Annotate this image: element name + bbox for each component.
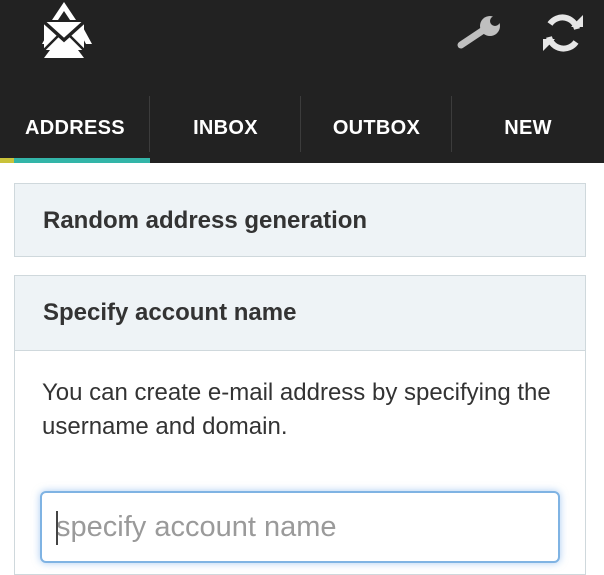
refresh-icon	[541, 11, 585, 60]
tab-label: INBOX	[193, 116, 258, 139]
specify-account-header[interactable]: Specify account name	[15, 276, 585, 351]
tab-label: ADDRESS	[25, 116, 125, 139]
tab-label: NEW	[504, 116, 552, 139]
tab-new[interactable]: NEW	[452, 94, 604, 162]
tab-inbox[interactable]: INBOX	[150, 94, 301, 162]
refresh-button[interactable]	[535, 10, 591, 60]
settings-button[interactable]	[452, 10, 508, 60]
text-caret	[56, 511, 58, 545]
wrench-icon	[455, 15, 505, 56]
tab-outbox[interactable]: OUTBOX	[301, 94, 452, 162]
tab-bar: ADDRESS INBOX OUTBOX NEW	[0, 94, 604, 162]
account-name-input[interactable]	[42, 493, 558, 561]
panel-title: Random address generation	[43, 207, 368, 234]
specify-account-panel: Specify account name You can create e-ma…	[14, 275, 586, 575]
account-name-input-wrapper	[40, 491, 560, 563]
panel-description: You can create e-mail address by specify…	[42, 379, 551, 440]
app-bar: ADDRESS INBOX OUTBOX NEW	[0, 0, 604, 163]
recycle-mail-logo-icon	[28, 0, 100, 66]
tab-address[interactable]: ADDRESS	[0, 94, 150, 162]
main-content: Random address generation Specify accoun…	[0, 163, 604, 575]
panel-title: Specify account name	[43, 299, 297, 326]
tab-label: OUTBOX	[332, 116, 421, 139]
random-address-panel[interactable]: Random address generation	[14, 183, 586, 257]
